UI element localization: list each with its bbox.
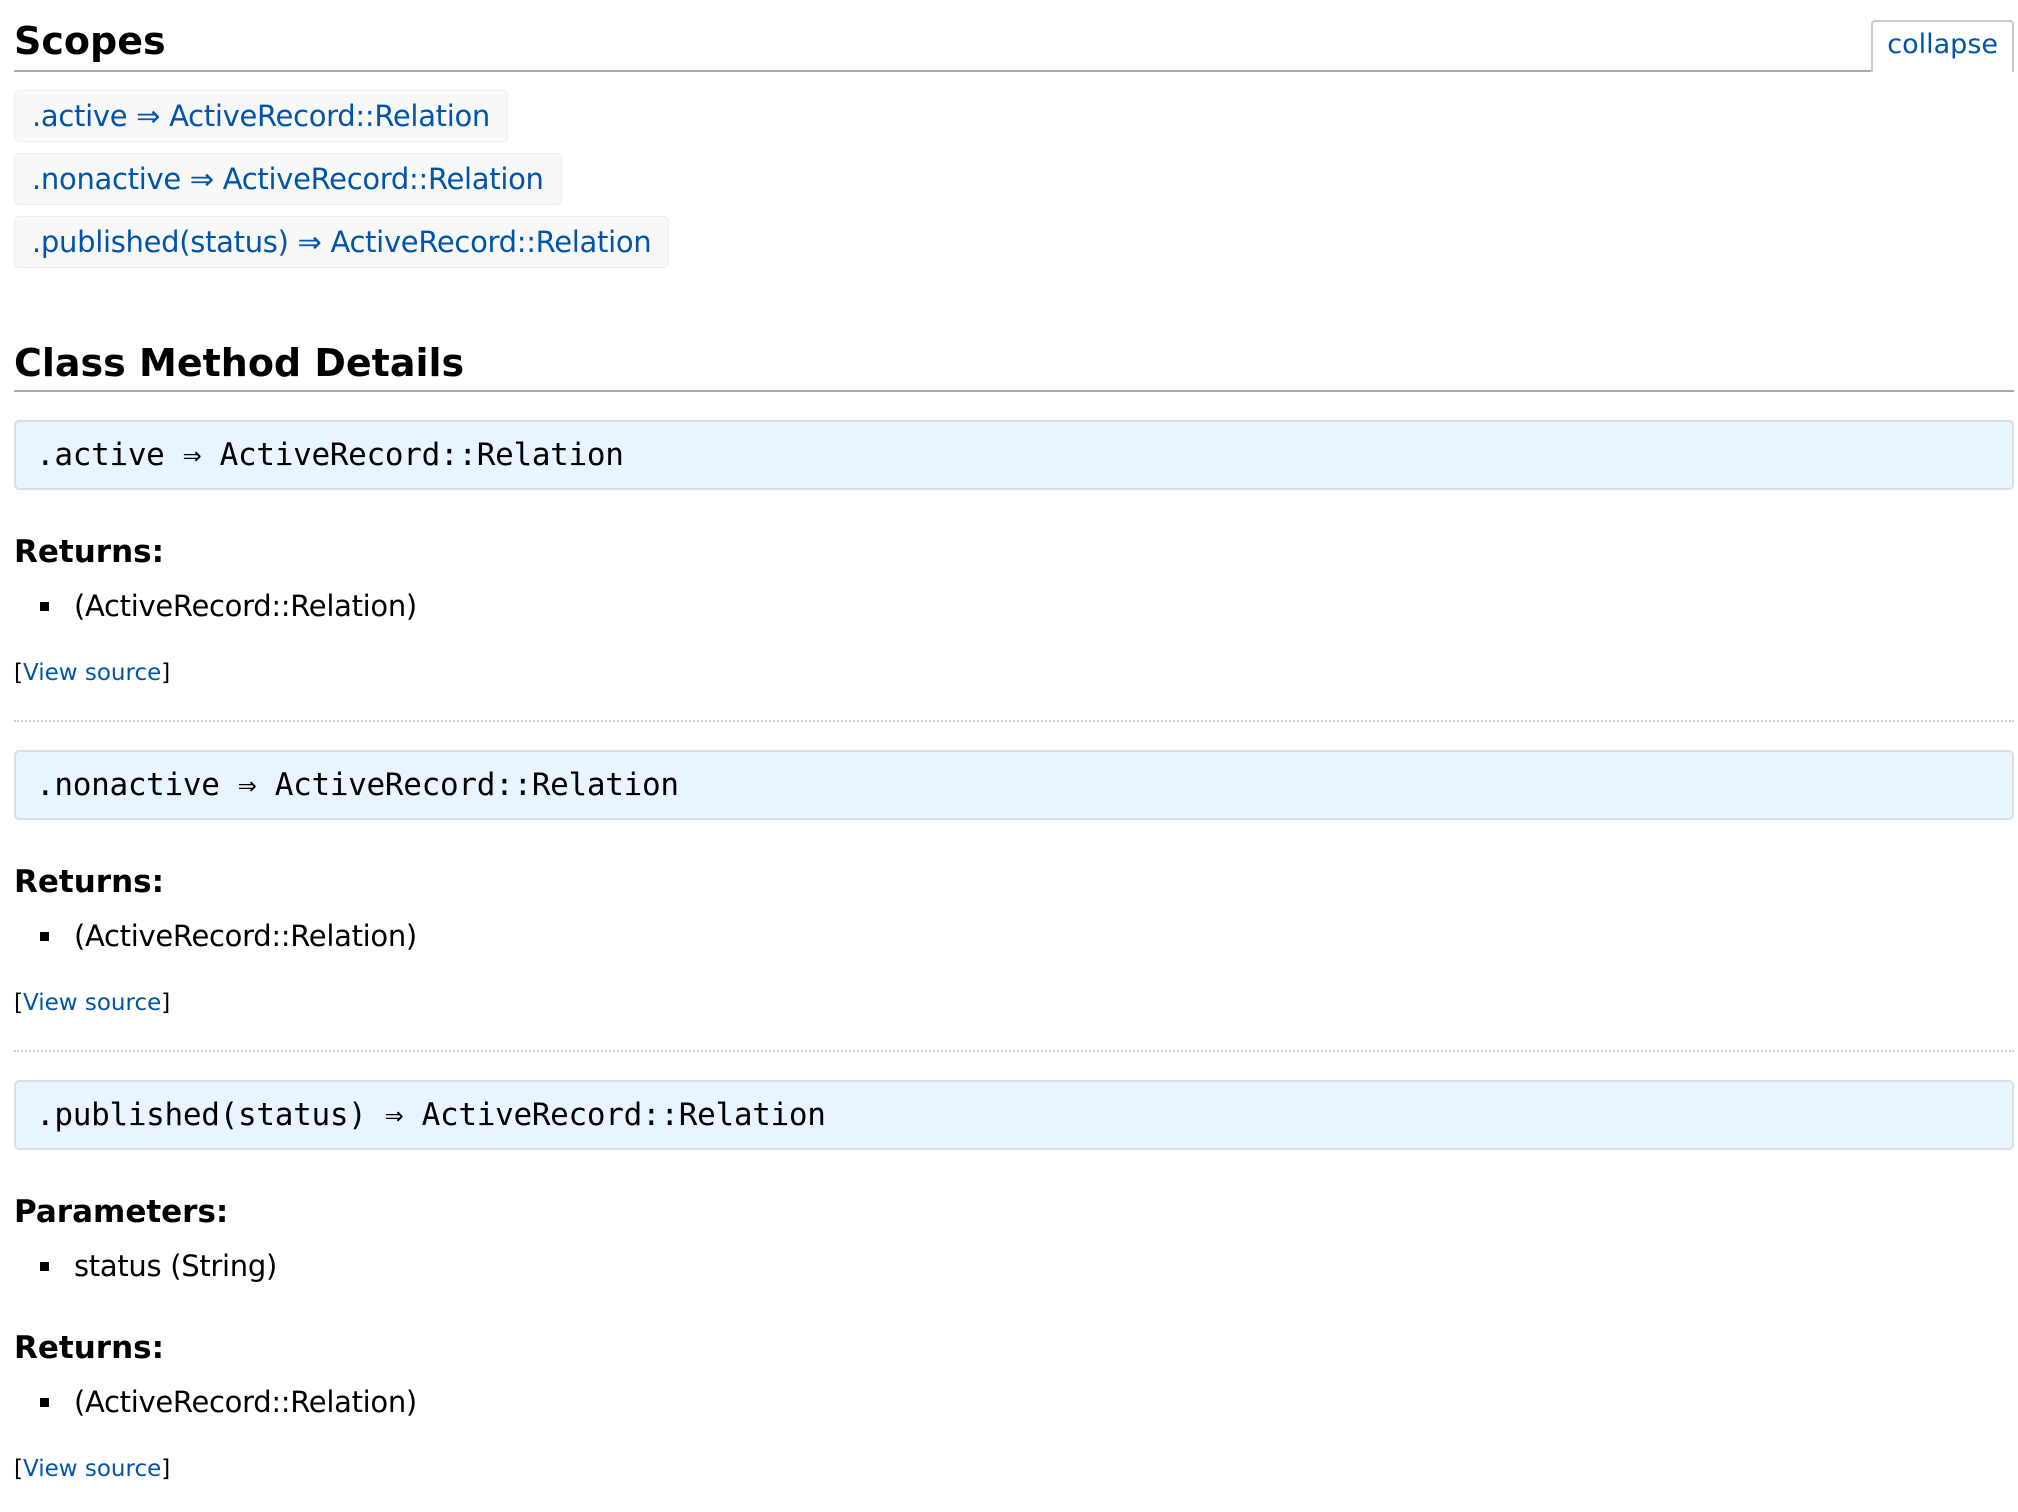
scope-summary-nonactive[interactable]: .nonactive ⇒ ActiveRecord::Relation (14, 153, 562, 205)
parameters-list: status (String) (14, 1246, 2014, 1286)
returns-type: (ActiveRecord::Relation) (74, 589, 417, 623)
returns-type: (ActiveRecord::Relation) (74, 919, 417, 953)
returns-list: (ActiveRecord::Relation) (14, 916, 2014, 956)
class-method-details-title: Class Method Details (14, 341, 465, 385)
method-nonactive: .nonactive ⇒ ActiveRecord::Relation Retu… (14, 750, 2014, 1052)
returns-type: (ActiveRecord::Relation) (74, 1385, 417, 1419)
returns-title: Returns: (14, 864, 164, 900)
scope-link-nonactive[interactable]: .nonactive ⇒ ActiveRecord::Relation (32, 162, 544, 196)
square-bullet-icon (40, 602, 49, 611)
returns-item: (ActiveRecord::Relation) (14, 916, 2014, 956)
view-source-link[interactable]: View source (23, 660, 161, 686)
scope-summary-list: .active ⇒ ActiveRecord::Relation .nonact… (14, 90, 2014, 268)
view-source: [View source] (14, 1452, 2014, 1486)
view-source-link[interactable]: View source (23, 990, 161, 1016)
view-source-bracket-open: [ (14, 1456, 23, 1482)
scope-link-active[interactable]: .active ⇒ ActiveRecord::Relation (32, 99, 490, 133)
documentation-page: Scopes collapse .active ⇒ ActiveRecord::… (14, 0, 2014, 1486)
square-bullet-icon (40, 932, 49, 941)
scopes-header: Scopes collapse (14, 0, 2014, 72)
scope-summary-active[interactable]: .active ⇒ ActiveRecord::Relation (14, 90, 509, 142)
square-bullet-icon (40, 1262, 49, 1271)
returns-title: Returns: (14, 1330, 164, 1366)
collapse-button[interactable]: collapse (1871, 20, 2014, 72)
method-published: .published(status) ⇒ ActiveRecord::Relat… (14, 1080, 2014, 1486)
returns-list: (ActiveRecord::Relation) (14, 1382, 2014, 1422)
view-source-bracket-close: ] (161, 1456, 171, 1482)
method-signature-published: .published(status) ⇒ ActiveRecord::Relat… (14, 1080, 2014, 1150)
view-source-bracket-open: [ (14, 660, 23, 686)
view-source: [View source] (14, 986, 2014, 1020)
parameters-title: Parameters: (14, 1194, 229, 1230)
scope-link-published[interactable]: .published(status) ⇒ ActiveRecord::Relat… (32, 225, 652, 259)
returns-title: Returns: (14, 534, 164, 570)
returns-item: (ActiveRecord::Relation) (14, 1382, 2014, 1422)
method-signature-active: .active ⇒ ActiveRecord::Relation (14, 420, 2014, 490)
parameter-item: status (String) (14, 1246, 2014, 1286)
method-signature-nonactive: .nonactive ⇒ ActiveRecord::Relation (14, 750, 2014, 820)
view-source: [View source] (14, 656, 2014, 690)
view-source-link[interactable]: View source (23, 1456, 161, 1482)
scopes-title: Scopes (14, 19, 166, 63)
view-source-bracket-close: ] (161, 660, 171, 686)
square-bullet-icon (40, 1398, 49, 1407)
scope-summary-published[interactable]: .published(status) ⇒ ActiveRecord::Relat… (14, 216, 670, 268)
method-divider (14, 720, 2014, 722)
class-method-details-header: Class Method Details (14, 326, 2014, 392)
method-active: .active ⇒ ActiveRecord::Relation Returns… (14, 420, 2014, 722)
parameter-description: status (String) (74, 1249, 278, 1283)
returns-list: (ActiveRecord::Relation) (14, 586, 2014, 626)
method-divider (14, 1050, 2014, 1052)
view-source-bracket-open: [ (14, 990, 23, 1016)
view-source-bracket-close: ] (161, 990, 171, 1016)
returns-item: (ActiveRecord::Relation) (14, 586, 2014, 626)
